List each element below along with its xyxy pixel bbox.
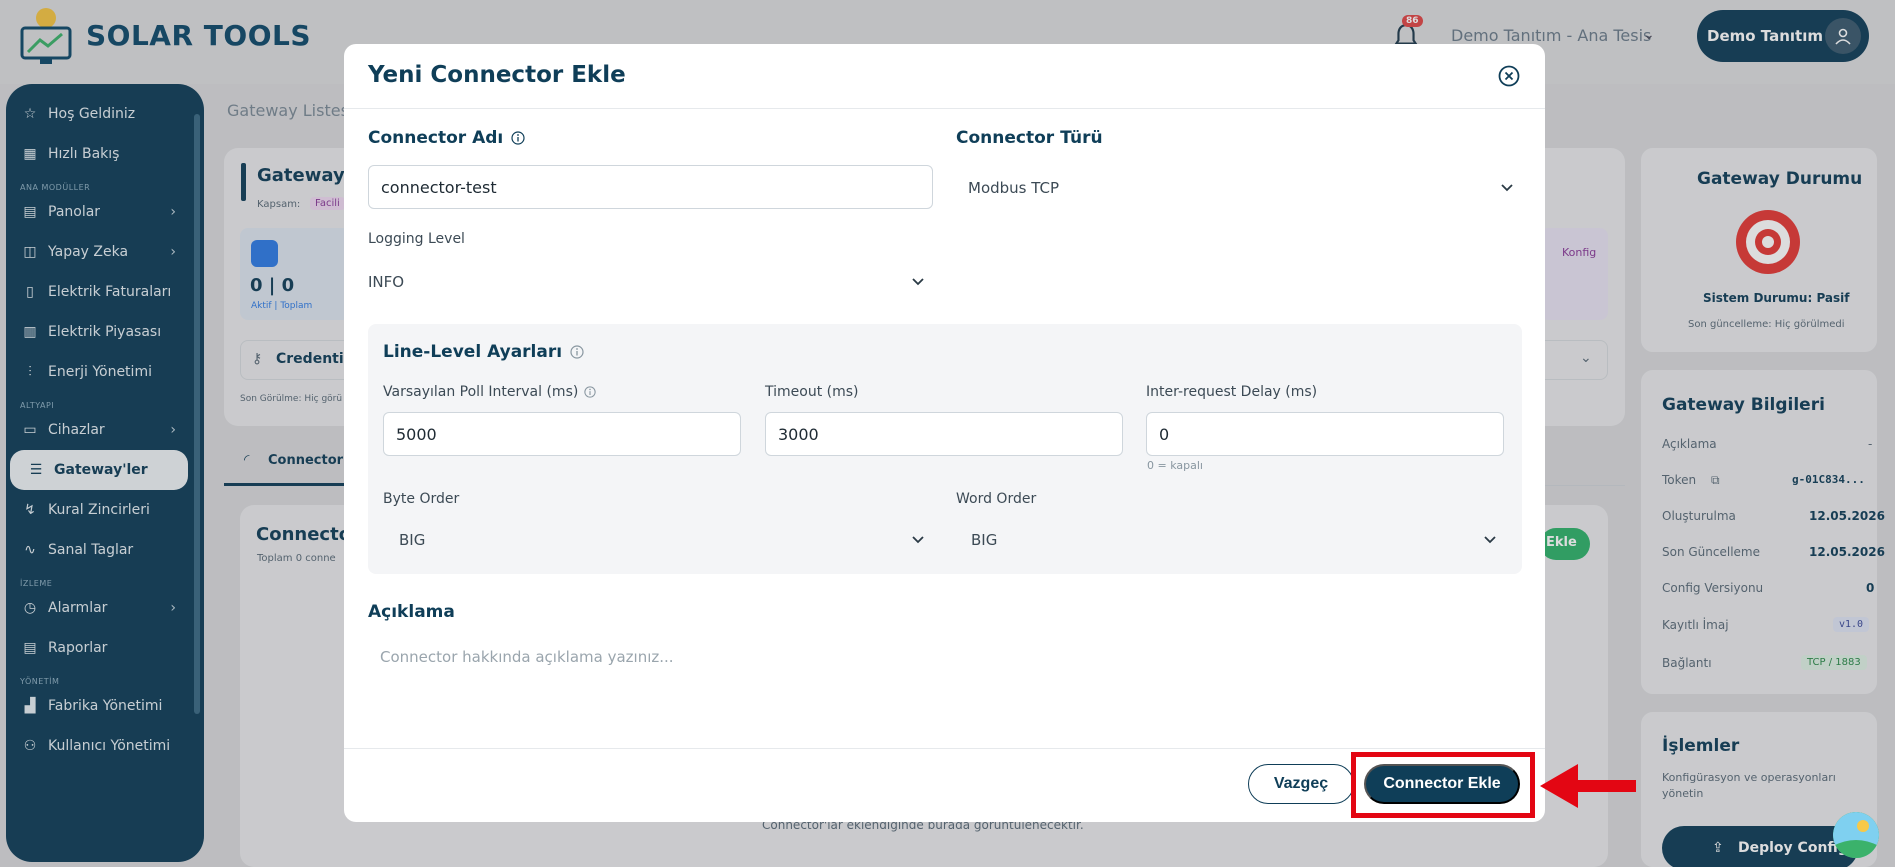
connector-type-label: Connector Türü	[956, 128, 1103, 148]
inter-request-delay-input[interactable]: 0	[1146, 412, 1504, 456]
timeout-input[interactable]: 3000	[765, 412, 1123, 456]
modal-header: Yeni Connector Ekle	[344, 44, 1545, 109]
poll-interval-input[interactable]: 5000	[383, 412, 741, 456]
logging-level-value: INFO	[368, 273, 405, 291]
timeout-label: Timeout (ms)	[765, 384, 859, 400]
byte-order-label: Byte Order	[383, 491, 460, 507]
chevron-down-icon	[912, 278, 924, 286]
word-order-select[interactable]: BIG	[959, 522, 1505, 558]
highlight-box	[1351, 752, 1535, 818]
modal-title: Yeni Connector Ekle	[368, 62, 626, 88]
chevron-down-icon	[912, 536, 924, 544]
byte-order-select[interactable]: BIG	[387, 522, 933, 558]
description-placeholder: Connector hakkında açıklama yazınız...	[380, 648, 674, 666]
logging-level-label: Logging Level	[368, 231, 465, 247]
description-textarea[interactable]: Connector hakkında açıklama yazınız...	[368, 634, 1522, 730]
close-icon[interactable]	[1497, 64, 1521, 88]
inter-request-delay-label: Inter-request Delay (ms)	[1146, 384, 1318, 400]
connector-type-value: Modbus TCP	[968, 179, 1060, 197]
logging-level-select[interactable]: INFO	[356, 264, 933, 300]
byte-order-value: BIG	[399, 531, 426, 549]
poll-interval-label: Varsayılan Poll Interval (ms)	[383, 384, 596, 400]
info-icon[interactable]	[584, 386, 596, 398]
word-order-value: BIG	[971, 531, 998, 549]
info-icon[interactable]	[511, 131, 525, 145]
connector-name-label: Connector Adı	[368, 128, 525, 148]
cancel-button[interactable]: Vazgeç	[1248, 764, 1354, 804]
info-icon[interactable]	[570, 345, 584, 359]
connector-name-input[interactable]: connector-test	[368, 165, 933, 209]
new-connector-modal: Yeni Connector Ekle Connector Adı connec…	[344, 44, 1545, 822]
delay-hint: 0 = kapalı	[1147, 459, 1203, 472]
chevron-down-icon	[1484, 536, 1496, 544]
connector-type-select[interactable]: Modbus TCP	[956, 170, 1522, 206]
line-level-title: Line-Level Ayarları	[383, 342, 584, 362]
arrow-left-icon	[1540, 764, 1636, 808]
assistant-avatar-icon[interactable]	[1833, 812, 1879, 858]
word-order-label: Word Order	[956, 491, 1037, 507]
chevron-down-icon	[1501, 184, 1513, 192]
description-label: Açıklama	[368, 602, 455, 622]
